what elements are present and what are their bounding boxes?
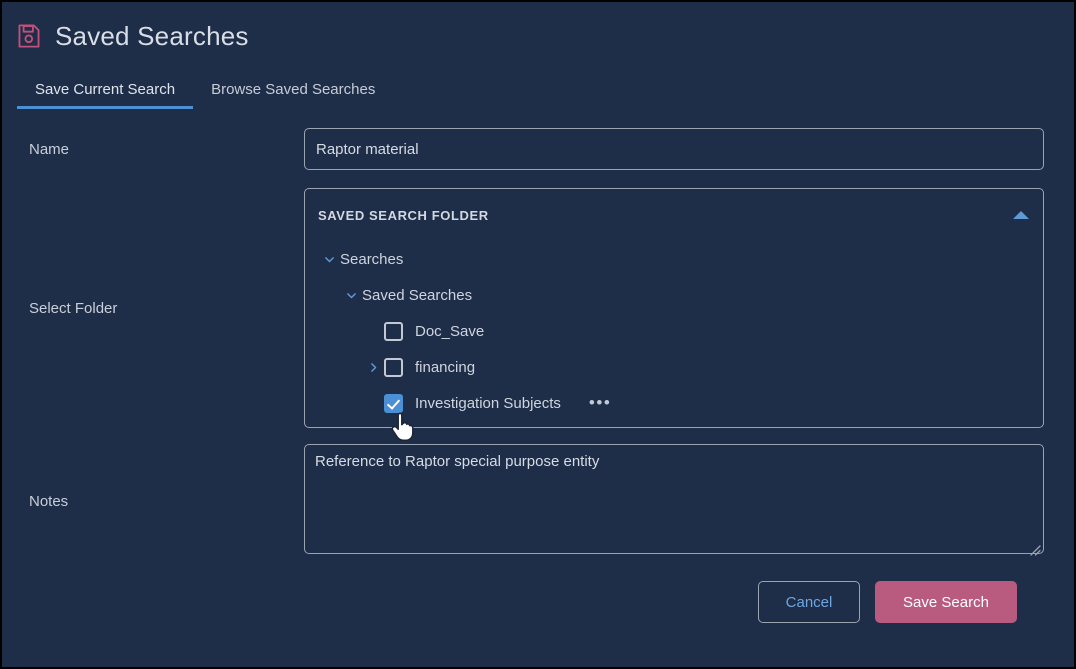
tree-item-doc-save[interactable]: Doc_Save bbox=[305, 313, 1043, 349]
tab-browse-saved-searches[interactable]: Browse Saved Searches bbox=[193, 81, 393, 109]
folder-tree: Searches Saved Searches bbox=[305, 241, 1043, 421]
notes-label: Notes bbox=[29, 493, 304, 510]
folder-panel-title: SAVED SEARCH FOLDER bbox=[318, 208, 489, 223]
notes-row: Notes Reference to Raptor special purpos… bbox=[2, 444, 1044, 559]
tab-bar: Save Current Search Browse Saved Searche… bbox=[2, 79, 1074, 109]
notes-textarea[interactable]: Reference to Raptor special purpose enti… bbox=[304, 444, 1044, 554]
checkbox-investigation-subjects[interactable] bbox=[384, 394, 403, 413]
name-field-wrap bbox=[304, 128, 1044, 170]
saved-searches-dialog: Saved Searches Save Current Search Brows… bbox=[0, 0, 1076, 669]
checkbox-financing[interactable] bbox=[384, 358, 403, 377]
saved-search-folder-panel: SAVED SEARCH FOLDER Searches bbox=[304, 188, 1044, 428]
cancel-button[interactable]: Cancel bbox=[758, 581, 860, 623]
form-body: Name Select Folder SAVED SEARCH FOLDER bbox=[2, 128, 1074, 623]
chevron-down-icon[interactable] bbox=[340, 289, 362, 302]
tree-item-label: Investigation Subjects bbox=[415, 395, 561, 412]
name-label: Name bbox=[29, 141, 304, 158]
folder-panel-header: SAVED SEARCH FOLDER bbox=[305, 205, 1043, 225]
name-row: Name bbox=[2, 128, 1044, 170]
triangle-up-icon[interactable] bbox=[1013, 211, 1029, 219]
floppy-disk-save-icon bbox=[16, 23, 42, 49]
tree-item-searches[interactable]: Searches bbox=[305, 241, 1043, 277]
tree-item-label: financing bbox=[415, 359, 475, 376]
tree-item-saved-searches[interactable]: Saved Searches bbox=[305, 277, 1043, 313]
tree-item-investigation-subjects[interactable]: Investigation Subjects ••• bbox=[305, 385, 1043, 421]
dialog-footer: Cancel Save Search bbox=[2, 559, 1044, 623]
checkbox-doc-save[interactable] bbox=[384, 322, 403, 341]
tree-item-financing[interactable]: financing bbox=[305, 349, 1043, 385]
more-options-icon[interactable]: ••• bbox=[589, 398, 611, 408]
tree-item-label: Saved Searches bbox=[362, 287, 472, 304]
select-folder-label: Select Folder bbox=[29, 300, 304, 317]
select-folder-row: Select Folder SAVED SEARCH FOLDER bbox=[2, 188, 1044, 428]
tree-item-label: Searches bbox=[340, 251, 403, 268]
page-title: Saved Searches bbox=[55, 23, 249, 49]
chevron-down-icon[interactable] bbox=[318, 253, 340, 266]
save-search-button[interactable]: Save Search bbox=[875, 581, 1017, 623]
select-folder-field-wrap: SAVED SEARCH FOLDER Searches bbox=[304, 188, 1044, 428]
tree-item-label: Doc_Save bbox=[415, 323, 484, 340]
chevron-right-icon[interactable] bbox=[362, 361, 384, 374]
name-input[interactable] bbox=[304, 128, 1044, 170]
notes-field-wrap: Reference to Raptor special purpose enti… bbox=[304, 444, 1044, 559]
tab-save-current-search[interactable]: Save Current Search bbox=[17, 81, 193, 109]
dialog-header: Saved Searches bbox=[2, 2, 1074, 54]
